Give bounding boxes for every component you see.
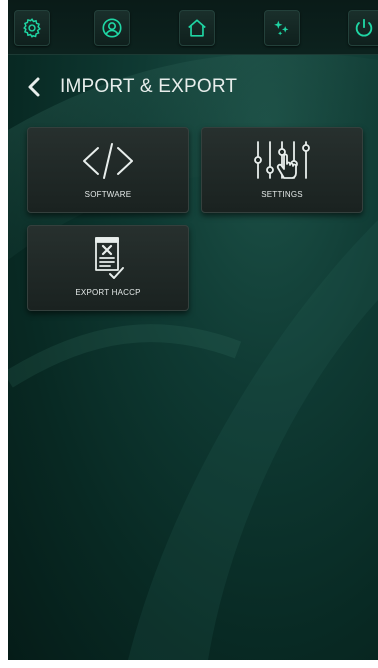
power-button[interactable] (348, 10, 378, 46)
tile-icon-wrap (247, 138, 317, 184)
sparkle-button[interactable] (264, 10, 300, 46)
page-title: IMPORT & EXPORT (60, 76, 238, 97)
top-bar (8, 0, 378, 55)
settings-label: SETTINGS (261, 190, 303, 199)
export-haccp-label: EXPORT HACCP (75, 288, 141, 297)
settings-button[interactable] (14, 10, 50, 46)
gear-icon (23, 18, 41, 38)
user-icon (102, 18, 122, 38)
sparkle-icon (274, 20, 289, 36)
tile-icon-wrap (73, 138, 143, 184)
page-header: IMPORT & EXPORT (8, 66, 378, 106)
export-haccp-tile[interactable]: EXPORT HACCP (27, 225, 189, 311)
tile-icon-wrap (73, 236, 143, 282)
home-icon (188, 19, 206, 37)
chevron-left-icon[interactable] (24, 76, 44, 98)
document-check-icon (95, 237, 124, 279)
software-label: SOFTWARE (84, 190, 132, 199)
software-tile[interactable]: SOFTWARE (27, 127, 189, 213)
home-button[interactable] (179, 10, 215, 46)
user-button[interactable] (94, 10, 130, 46)
settings-tile[interactable]: SETTINGS (201, 127, 363, 213)
sliders-touch-icon (254, 141, 310, 179)
app-screen: IMPORT & EXPORT SOFTWARE SETTINGS EXPORT… (8, 0, 378, 660)
code-icon (83, 143, 133, 179)
power-icon (355, 18, 373, 37)
